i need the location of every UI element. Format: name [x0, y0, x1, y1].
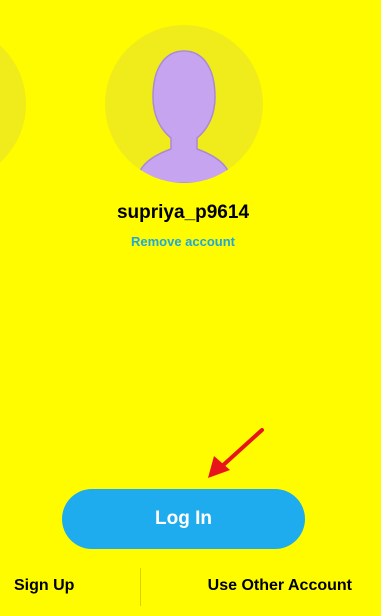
divider [140, 568, 141, 606]
remove-account-link[interactable]: Remove account [0, 234, 366, 249]
login-screen: supriya_p9614 Remove account Log In Sign… [0, 0, 381, 616]
default-bitmoji-silhouette-icon [137, 50, 231, 183]
red-pointer-arrow-icon [208, 428, 264, 478]
login-button[interactable]: Log In [62, 489, 305, 549]
username: supriya_p9614 [116, 202, 250, 223]
previous-account-avatar[interactable] [0, 25, 26, 183]
avatar[interactable] [105, 25, 263, 183]
bottom-actions: Sign Up Use Other Account [0, 566, 381, 606]
signup-button[interactable]: Sign Up [14, 577, 74, 595]
use-other-account-button[interactable]: Use Other Account [208, 577, 352, 595]
